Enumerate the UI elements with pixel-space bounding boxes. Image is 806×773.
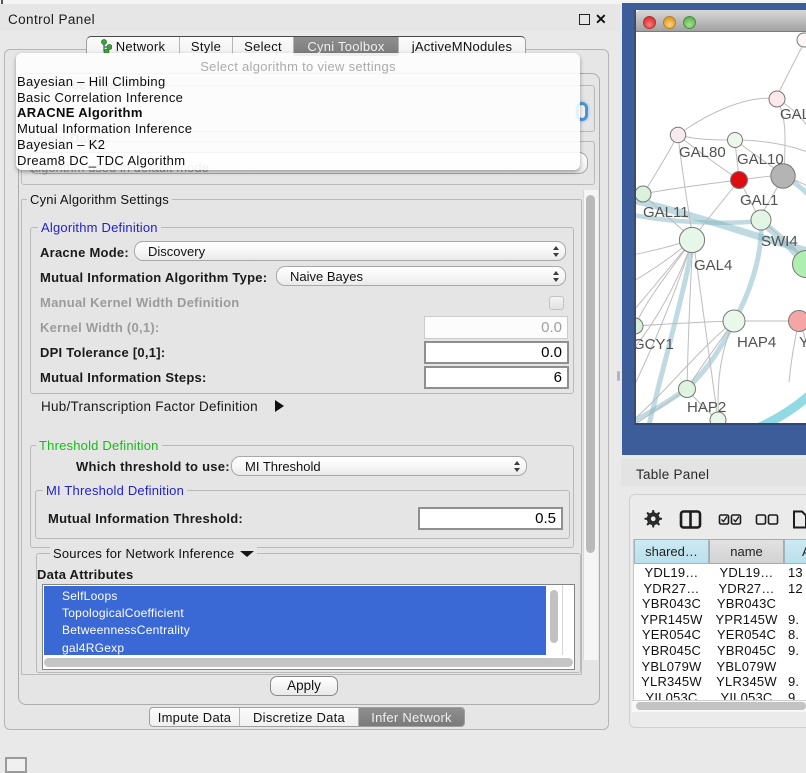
svg-text:Y: Y (799, 334, 806, 351)
svg-text:GAL4: GAL4 (694, 257, 732, 274)
svg-text:GAL11: GAL11 (643, 204, 689, 221)
svg-text:HAP4: HAP4 (737, 334, 776, 351)
svg-text:SWI4: SWI4 (761, 233, 798, 250)
svg-text:GAL80: GAL80 (679, 144, 726, 161)
svg-text:GAL1: GAL1 (740, 192, 778, 209)
svg-text:GCY1: GCY1 (636, 336, 674, 353)
svg-text:GAL10: GAL10 (737, 151, 784, 168)
svg-text:GAL: GAL (780, 106, 806, 123)
svg-text:HAP2: HAP2 (687, 399, 726, 416)
